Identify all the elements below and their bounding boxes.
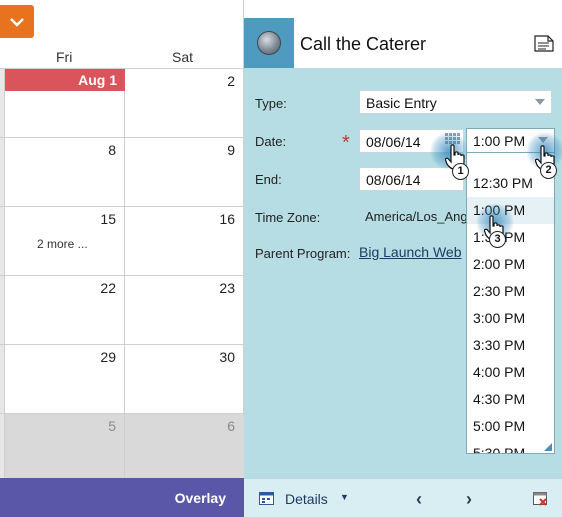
date-label: Date: [255, 134, 287, 149]
day-cell[interactable]: 5 [5, 414, 125, 479]
required-marker: * [342, 132, 350, 154]
time-option[interactable]: 12:30 PM [467, 170, 554, 197]
day-cell[interactable]: 29 [5, 345, 125, 413]
parent-program-label: Parent Program: [255, 246, 351, 261]
day-number: 5 [108, 418, 116, 434]
start-date-value: 08/06/14 [366, 134, 421, 150]
timezone-label: Time Zone: [255, 210, 321, 225]
resize-grip-icon[interactable] [544, 443, 552, 451]
today-date: Aug 1 [5, 69, 125, 91]
calendar-details-icon[interactable] [259, 491, 274, 505]
day-cell[interactable]: 6 [125, 414, 243, 479]
day-number: 15 [100, 211, 116, 227]
calendar-menu-button[interactable] [0, 5, 34, 38]
time-option[interactable]: 4:30 PM [467, 386, 554, 413]
timezone-value[interactable]: America/Los_Ang [365, 209, 468, 224]
day-cell[interactable]: 8 [5, 138, 125, 206]
time-option[interactable]: 2:30 PM [467, 278, 554, 305]
day-cell[interactable]: 30 [125, 345, 243, 413]
event-header: Call the Caterer [244, 18, 562, 68]
day-cell[interactable]: 22 [5, 276, 125, 344]
start-time-value: 1:00 PM [473, 133, 526, 149]
day-cell[interactable]: 2 [125, 69, 243, 137]
delete-event-icon[interactable] [532, 491, 548, 506]
day-cell[interactable]: 23 [125, 276, 243, 344]
day-header-sat: Sat [172, 49, 194, 65]
day-cell[interactable]: Aug 1 [5, 69, 125, 137]
time-option[interactable]: 1:00 PM [467, 197, 554, 224]
week-row: Aug 1 2 [0, 69, 244, 138]
time-option[interactable]: 5:30 PM [467, 440, 554, 453]
end-date-field[interactable]: 08/06/14 [359, 167, 464, 191]
details-toolbar: Details ▼ ‹ › [244, 478, 562, 517]
calendar-picker-icon[interactable] [445, 133, 460, 147]
type-select[interactable]: Basic Entry [359, 90, 552, 114]
end-label: End: [255, 172, 282, 187]
event-status-badge [244, 18, 294, 68]
chevron-down-icon [10, 17, 24, 27]
details-menu[interactable]: Details [285, 491, 328, 507]
day-number: 2 [227, 73, 235, 89]
day-number: 29 [100, 349, 116, 365]
caret-down-icon[interactable]: ▼ [340, 492, 349, 502]
chevron-down-icon [538, 137, 548, 143]
day-cell[interactable]: 15 2 more ... [5, 207, 125, 275]
end-date-value: 08/06/14 [366, 172, 421, 188]
time-option[interactable]: 2:00 PM [467, 251, 554, 278]
event-title: Call the Caterer [300, 34, 427, 54]
day-number: 22 [100, 280, 116, 296]
day-number: 16 [219, 211, 235, 227]
time-option[interactable]: 3:00 PM [467, 305, 554, 332]
day-number: 23 [219, 280, 235, 296]
more-events-link[interactable]: 2 more ... [37, 237, 88, 251]
day-header-fri: Fri [56, 49, 73, 65]
time-dropdown-list: 12:00 PM 12:30 PM 1:00 PM 1:30 PM 2:00 P… [466, 142, 555, 454]
parent-program-link[interactable]: Big Launch Web [359, 244, 461, 260]
status-dot-icon [257, 31, 281, 55]
day-number: 8 [108, 142, 116, 158]
chevron-down-icon [535, 99, 545, 105]
time-option[interactable]: 1:30 PM [467, 224, 554, 251]
type-value: Basic Entry [366, 95, 437, 111]
overlay-button[interactable]: Overlay [0, 478, 244, 517]
time-option[interactable]: 4:00 PM [467, 359, 554, 386]
time-option[interactable]: 5:00 PM [467, 413, 554, 440]
week-row: 5 6 [0, 414, 244, 480]
week-row: 15 2 more ... 16 [0, 207, 244, 276]
calendar-grid: Aug 1 2 8 9 15 2 more ... 16 22 23 29 30 [0, 68, 244, 480]
day-number: 9 [227, 142, 235, 158]
week-row: 22 23 [0, 276, 244, 345]
previous-arrow-icon[interactable]: ‹ [416, 489, 422, 510]
week-row: 8 9 [0, 138, 244, 207]
day-cell[interactable]: 16 [125, 207, 243, 275]
day-number: 30 [219, 349, 235, 365]
day-number: 6 [227, 418, 235, 434]
start-time-select[interactable]: 1:00 PM [466, 128, 555, 153]
overlay-label: Overlay [174, 489, 226, 506]
calendar: Fri Sat Aug 1 2 8 9 15 2 more ... 16 22 … [0, 0, 244, 480]
week-row: 29 30 [0, 345, 244, 414]
day-cell[interactable]: 9 [125, 138, 243, 206]
notes-icon[interactable] [534, 35, 554, 52]
time-option[interactable]: 3:30 PM [467, 332, 554, 359]
type-label: Type: [255, 96, 287, 111]
next-arrow-icon[interactable]: › [466, 489, 472, 510]
